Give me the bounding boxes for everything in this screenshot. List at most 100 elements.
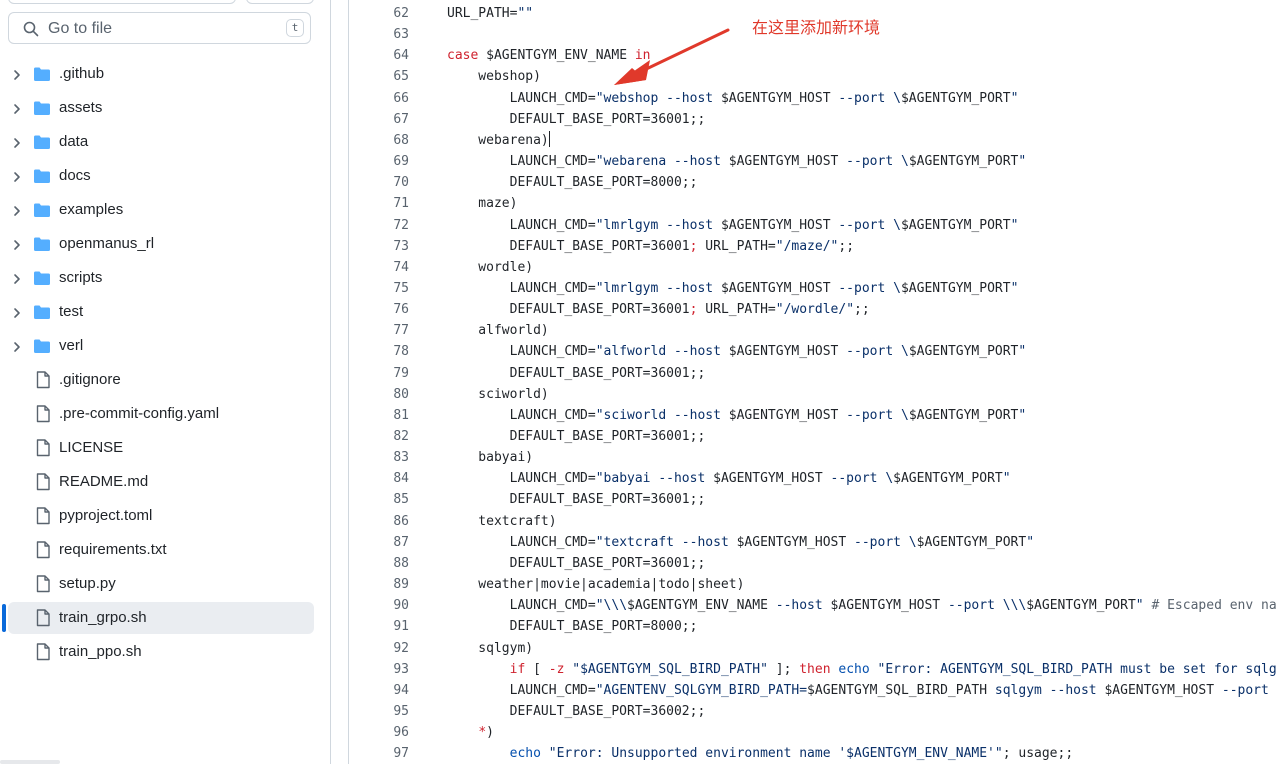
line-number[interactable]: 96 bbox=[349, 722, 409, 743]
line-number[interactable]: 97 bbox=[349, 743, 409, 764]
tree-file-item[interactable]: requirements.txt bbox=[0, 534, 330, 568]
line-number[interactable]: 77 bbox=[349, 320, 409, 341]
line-number[interactable]: 70 bbox=[349, 172, 409, 193]
line-number[interactable]: 62 bbox=[349, 3, 409, 24]
code-line: 93 if [ -z "$AGENTGYM_SQL_BIRD_PATH" ]; … bbox=[349, 659, 1280, 680]
chevron-right-icon[interactable] bbox=[11, 239, 23, 251]
line-number[interactable]: 85 bbox=[349, 489, 409, 510]
chevron-right-icon[interactable] bbox=[11, 171, 23, 183]
code-text: babyai) bbox=[447, 447, 533, 468]
line-number[interactable]: 64 bbox=[349, 45, 409, 66]
chevron-right-icon[interactable] bbox=[11, 137, 23, 149]
line-number[interactable]: 89 bbox=[349, 574, 409, 595]
tree-item-label: .gitignore bbox=[59, 371, 121, 388]
line-number[interactable]: 69 bbox=[349, 151, 409, 172]
code-line: 64 case $AGENTGYM_ENV_NAME in bbox=[349, 45, 1280, 66]
file-icon bbox=[36, 473, 50, 491]
tree-file-item[interactable]: train_ppo.sh bbox=[0, 636, 330, 670]
tree-folder-item[interactable]: scripts bbox=[0, 262, 330, 296]
branch-selector[interactable] bbox=[8, 0, 236, 4]
line-number[interactable]: 90 bbox=[349, 595, 409, 616]
line-number[interactable]: 71 bbox=[349, 193, 409, 214]
code-text: echo "Error: Unsupported environment nam… bbox=[447, 743, 1074, 764]
chevron-right-icon[interactable] bbox=[11, 205, 23, 217]
folder-icon bbox=[34, 101, 50, 115]
line-number[interactable]: 75 bbox=[349, 278, 409, 299]
code-line: 66 LAUNCH_CMD="webshop --host $AGENTGYM_… bbox=[349, 88, 1280, 109]
tree-folder-item[interactable]: openmanus_rl bbox=[0, 228, 330, 262]
line-number[interactable]: 63 bbox=[349, 24, 409, 45]
code-token-plain: [ bbox=[525, 661, 549, 677]
tree-folder-item[interactable]: verl bbox=[0, 330, 330, 364]
line-number[interactable]: 88 bbox=[349, 553, 409, 574]
line-number[interactable]: 72 bbox=[349, 215, 409, 236]
line-number[interactable]: 73 bbox=[349, 236, 409, 257]
line-number[interactable]: 87 bbox=[349, 532, 409, 553]
line-number[interactable]: 95 bbox=[349, 701, 409, 722]
tree-folder-item[interactable]: test bbox=[0, 296, 330, 330]
line-number[interactable]: 78 bbox=[349, 341, 409, 362]
tree-file-item[interactable]: pyproject.toml bbox=[0, 500, 330, 534]
tree-file-item[interactable]: setup.py bbox=[0, 568, 330, 602]
code-token-plain: $AGENTGYM_PORT bbox=[908, 407, 1019, 423]
chevron-right-icon[interactable] bbox=[11, 341, 23, 353]
line-number[interactable]: 67 bbox=[349, 109, 409, 130]
code-token-string: "webshop --host bbox=[595, 90, 721, 106]
code-token-string: --port \ bbox=[838, 154, 909, 170]
tree-folder-item[interactable]: docs bbox=[0, 160, 330, 194]
code-token-plain: textcraft) bbox=[447, 513, 557, 529]
line-number[interactable]: 65 bbox=[349, 66, 409, 87]
search-input[interactable]: Go to file bbox=[48, 20, 112, 38]
tree-folder-item[interactable]: assets bbox=[0, 92, 330, 126]
code-token-string: --port \ bbox=[838, 407, 909, 423]
line-number[interactable]: 86 bbox=[349, 511, 409, 532]
line-number[interactable]: 92 bbox=[349, 638, 409, 659]
chevron-right-icon[interactable] bbox=[11, 103, 23, 115]
code-line: 65 webshop) bbox=[349, 66, 1280, 87]
go-to-file-search[interactable]: Go to file t bbox=[8, 12, 311, 44]
line-number[interactable]: 74 bbox=[349, 257, 409, 278]
code-token-plain: LAUNCH_CMD= bbox=[447, 90, 596, 106]
tree-folder-item[interactable]: examples bbox=[0, 194, 330, 228]
code-token-plain: $AGENTGYM_PORT bbox=[908, 344, 1019, 360]
tree-file-item[interactable]: .gitignore bbox=[0, 364, 330, 398]
code-token-plain: LAUNCH_CMD= bbox=[447, 471, 596, 487]
tree-file-item[interactable]: .pre-commit-config.yaml bbox=[0, 398, 330, 432]
line-number[interactable]: 68 bbox=[349, 130, 409, 151]
line-number[interactable]: 83 bbox=[349, 447, 409, 468]
sidebar-scrollbar[interactable] bbox=[0, 760, 60, 764]
chevron-right-icon[interactable] bbox=[11, 69, 23, 81]
line-number[interactable]: 82 bbox=[349, 426, 409, 447]
line-number[interactable]: 91 bbox=[349, 616, 409, 637]
chevron-right-icon[interactable] bbox=[11, 273, 23, 285]
code-text: LAUNCH_CMD="babyai --host $AGENTGYM_HOST… bbox=[447, 468, 1011, 489]
line-number[interactable]: 79 bbox=[349, 363, 409, 384]
tree-item-label: README.md bbox=[59, 473, 149, 490]
tree-folder-item[interactable]: .github bbox=[0, 58, 330, 92]
line-number[interactable]: 66 bbox=[349, 88, 409, 109]
tree-file-item[interactable]: README.md bbox=[0, 466, 330, 500]
line-number[interactable]: 80 bbox=[349, 384, 409, 405]
line-number[interactable]: 84 bbox=[349, 468, 409, 489]
tree-file-item[interactable]: train_grpo.sh bbox=[0, 602, 330, 636]
code-line: 77 alfworld) bbox=[349, 320, 1280, 341]
line-number[interactable]: 94 bbox=[349, 680, 409, 701]
tree-folder-item[interactable]: data bbox=[0, 126, 330, 160]
folder-icon bbox=[34, 203, 50, 217]
line-number[interactable]: 81 bbox=[349, 405, 409, 426]
code-token-plain: DEFAULT_BASE_PORT=36002;; bbox=[447, 703, 706, 719]
code-token-plain: LAUNCH_CMD= bbox=[447, 534, 596, 550]
line-number[interactable]: 76 bbox=[349, 299, 409, 320]
chevron-right-icon[interactable] bbox=[11, 307, 23, 319]
sidebar-action-button[interactable] bbox=[246, 0, 314, 4]
code-text: maze) bbox=[447, 193, 517, 214]
line-number[interactable]: 93 bbox=[349, 659, 409, 680]
code-line: 86 textcraft) bbox=[349, 511, 1280, 532]
code-token-plain: alfworld) bbox=[447, 323, 549, 339]
code-line: 72 LAUNCH_CMD="lmrlgym --host $AGENTGYM_… bbox=[349, 215, 1280, 236]
code-token-plain: maze) bbox=[447, 196, 518, 212]
code-token-plain: ]; bbox=[767, 661, 800, 677]
code-token-string: --port \ bbox=[830, 217, 901, 233]
tree-file-item[interactable]: LICENSE bbox=[0, 432, 330, 466]
